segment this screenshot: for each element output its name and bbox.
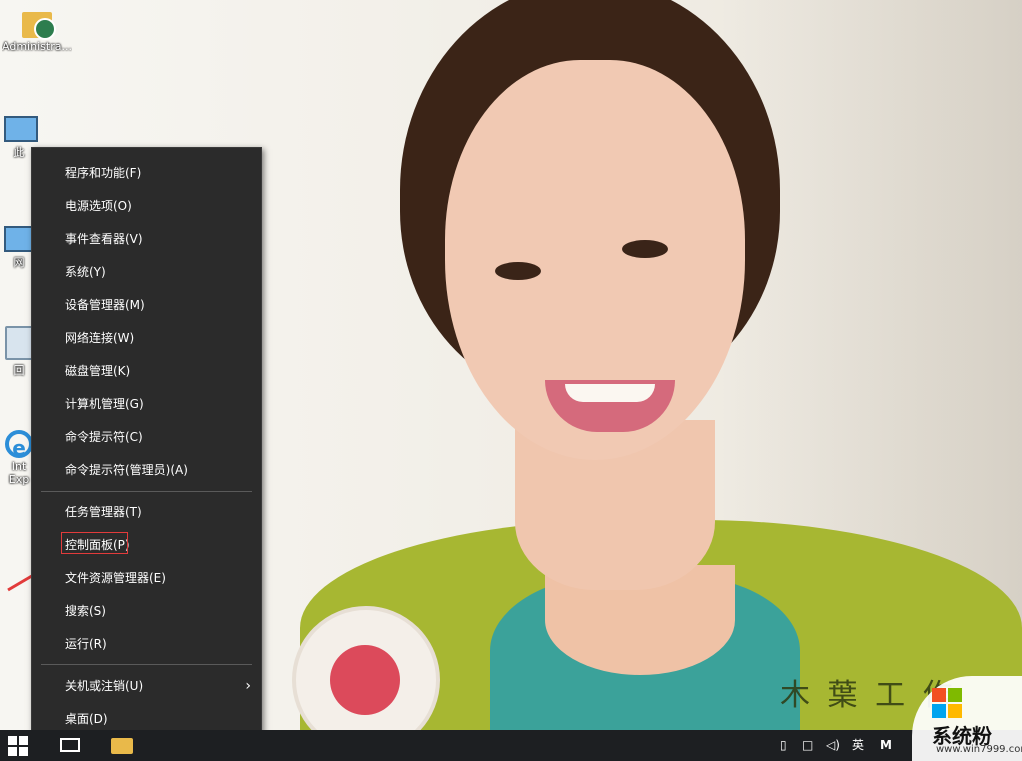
desktop-icon-label: 网: [13, 256, 25, 269]
menu-item-disk-management[interactable]: 磁盘管理(K): [32, 355, 261, 388]
menu-item-label: 设备管理器(M): [65, 298, 145, 312]
menu-item-task-manager[interactable]: 任务管理器(T): [32, 496, 261, 529]
menu-item-label: 程序和功能(F): [65, 166, 142, 180]
menu-item-computer-management[interactable]: 计算机管理(G): [32, 388, 261, 421]
wallpaper-eye: [622, 240, 668, 258]
windows-logo-icon: [932, 688, 962, 718]
menu-item-label: 运行(R): [65, 637, 107, 651]
menu-item-label: 关机或注销(U): [65, 679, 144, 693]
desktop-icon-recycle-bin[interactable]: 回: [4, 326, 34, 378]
ime-mode-indicator[interactable]: M: [880, 730, 892, 761]
winx-context-menu: 程序和功能(F) 电源选项(O) 事件查看器(V) 系统(Y) 设备管理器(M)…: [31, 147, 262, 743]
wallpaper-badge-center: [330, 645, 400, 715]
menu-item-label: 命令提示符(管理员)(A): [65, 463, 188, 477]
menu-item-label: 磁盘管理(K): [65, 364, 131, 378]
ime-indicator[interactable]: 英: [852, 730, 864, 761]
start-icon[interactable]: [8, 736, 28, 756]
menu-item-system[interactable]: 系统(Y): [32, 256, 261, 289]
menu-item-label: 事件查看器(V): [65, 232, 143, 246]
task-view-icon[interactable]: [60, 738, 80, 752]
desktop-icon-label: Exp: [8, 473, 30, 486]
user-folder-icon: [22, 12, 56, 40]
desktop-icon-label: Int: [11, 460, 27, 473]
desktop-icon-label: Administra...: [2, 40, 72, 53]
menu-item-label: 网络连接(W): [65, 331, 135, 345]
volume-icon[interactable]: ◁): [826, 730, 840, 761]
menu-item-search[interactable]: 搜索(S): [32, 595, 261, 628]
menu-item-command-prompt[interactable]: 命令提示符(C): [32, 421, 261, 454]
desktop-icon-user-folder[interactable]: Administra...: [2, 12, 72, 53]
desktop-icon-network[interactable]: 网: [4, 226, 38, 270]
menu-item-event-viewer[interactable]: 事件查看器(V): [32, 223, 261, 256]
menu-separator: [41, 491, 252, 492]
menu-item-label: 系统(Y): [65, 265, 106, 279]
menu-item-network-connections[interactable]: 网络连接(W): [32, 322, 261, 355]
chevron-right-icon: ›: [245, 678, 251, 694]
menu-item-label: 任务管理器(T): [65, 505, 142, 519]
desktop-icon-internet-explorer[interactable]: e Int Exp: [4, 430, 34, 486]
recycle-bin-icon: [5, 326, 33, 360]
menu-item-programs-features[interactable]: 程序和功能(F): [32, 157, 261, 190]
internet-explorer-icon: e: [5, 430, 33, 460]
menu-item-label: 命令提示符(C): [65, 430, 143, 444]
menu-item-shutdown-signout[interactable]: 关机或注销(U) ›: [32, 670, 261, 703]
menu-separator: [41, 664, 252, 665]
menu-item-label: 搜索(S): [65, 604, 106, 618]
brand-url: www.win7999.com: [936, 744, 1022, 755]
menu-item-run[interactable]: 运行(R): [32, 628, 261, 661]
menu-item-power-options[interactable]: 电源选项(O): [32, 190, 261, 223]
usb-icon[interactable]: ▯: [780, 730, 787, 761]
taskbar: ▯ □ ◁) 英 M: [0, 730, 1022, 761]
this-pc-icon: [4, 116, 38, 142]
menu-item-label: 计算机管理(G): [65, 397, 144, 411]
wallpaper-eye: [495, 262, 541, 280]
control-panel-highlight-box: [61, 532, 128, 554]
menu-item-device-manager[interactable]: 设备管理器(M): [32, 289, 261, 322]
menu-item-command-prompt-admin[interactable]: 命令提示符(管理员)(A): [32, 454, 261, 487]
menu-item-label: 电源选项(O): [65, 199, 132, 213]
menu-item-label: 文件资源管理器(E): [65, 571, 166, 585]
file-explorer-icon[interactable]: [111, 738, 133, 754]
desktop-icon-label: 此: [13, 146, 25, 159]
wallpaper-teeth: [565, 384, 655, 402]
desktop-icon-this-pc[interactable]: 此: [4, 116, 38, 160]
network-tray-icon[interactable]: □: [802, 730, 813, 761]
desktop-icon-label: 回: [13, 364, 25, 377]
menu-item-file-explorer[interactable]: 文件资源管理器(E): [32, 562, 261, 595]
